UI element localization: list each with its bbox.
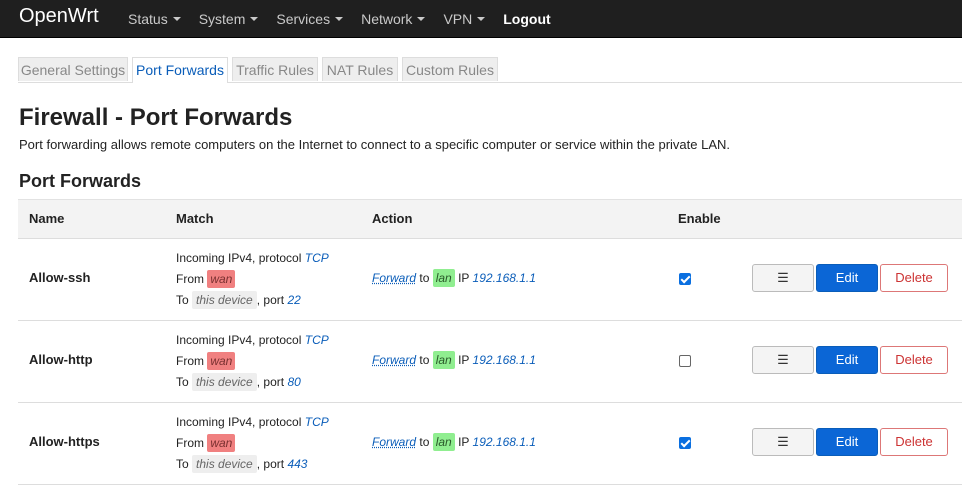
column-name: Name bbox=[29, 211, 65, 226]
rule-name: Allow-https bbox=[29, 434, 100, 449]
enable-checkbox[interactable] bbox=[679, 273, 691, 285]
enable-checkbox[interactable] bbox=[679, 437, 691, 449]
edit-button[interactable]: Edit bbox=[816, 346, 878, 374]
tab-bar: General Settings Port Forwards Traffic R… bbox=[18, 57, 962, 83]
action-ip: 192.168.1.1 bbox=[472, 271, 536, 285]
action-ip-label: IP bbox=[458, 435, 470, 449]
delete-button[interactable]: Delete bbox=[880, 428, 948, 456]
rule-action: Forward to lan IP 192.168.1.1 bbox=[372, 269, 536, 287]
match-port-label: , port bbox=[256, 375, 285, 389]
menu-vpn[interactable]: VPN bbox=[443, 10, 486, 27]
menu-system[interactable]: System bbox=[199, 11, 259, 27]
zone-badge-lan: lan bbox=[432, 351, 455, 369]
chevron-down-icon bbox=[335, 16, 344, 21]
tab-traffic-rules[interactable]: Traffic Rules bbox=[232, 57, 318, 81]
match-from-label: From bbox=[176, 436, 204, 450]
match-from-label: From bbox=[176, 272, 204, 286]
match-port-label: , port bbox=[256, 457, 285, 471]
menu-services-label: Services bbox=[276, 10, 331, 27]
rule-name: Allow-ssh bbox=[29, 270, 91, 285]
rule-match: Incoming IPv4, protocol TCP From wan To … bbox=[176, 412, 329, 475]
menu-vpn-label: VPN bbox=[443, 10, 473, 27]
menu-status[interactable]: Status bbox=[128, 11, 181, 27]
match-to-label: To bbox=[176, 375, 189, 389]
page-description: Port forwarding allows remote computers … bbox=[19, 137, 731, 152]
rule-match: Incoming IPv4, protocol TCP From wan To … bbox=[176, 330, 329, 393]
column-action: Action bbox=[372, 211, 413, 226]
match-from-label: From bbox=[176, 354, 204, 368]
match-port-label: , port bbox=[256, 293, 285, 307]
chevron-down-icon bbox=[477, 16, 486, 21]
edit-button[interactable]: Edit bbox=[816, 264, 878, 292]
zone-badge-lan: lan bbox=[432, 269, 455, 287]
brand-logo[interactable]: OpenWrt bbox=[19, 5, 99, 28]
device-badge: this device bbox=[192, 373, 257, 391]
match-protocol: TCP bbox=[304, 415, 329, 429]
tab-general-settings[interactable]: General Settings bbox=[18, 57, 128, 81]
chevron-down-icon bbox=[417, 16, 426, 21]
device-badge: this device bbox=[192, 291, 257, 309]
menu-services[interactable]: Services bbox=[276, 10, 344, 27]
zone-badge-wan: wan bbox=[207, 270, 236, 288]
tab-port-forwards[interactable]: Port Forwards bbox=[132, 57, 228, 83]
table-row: Allow-http Incoming IPv4, protocol TCP F… bbox=[18, 320, 962, 403]
main-menu: Status System Services Network VPN Logou… bbox=[128, 0, 569, 37]
zone-badge-wan: wan bbox=[207, 352, 236, 370]
match-prefix: Incoming IPv4, protocol bbox=[176, 251, 302, 265]
rule-name: Allow-http bbox=[29, 352, 93, 367]
rule-action: Forward to lan IP 192.168.1.1 bbox=[372, 433, 536, 451]
device-badge: this device bbox=[192, 455, 257, 473]
column-enable: Enable bbox=[678, 211, 721, 226]
action-forward: Forward bbox=[372, 271, 417, 285]
action-ip-label: IP bbox=[458, 271, 470, 285]
match-to-label: To bbox=[176, 293, 189, 307]
table-header: Name Match Action Enable bbox=[18, 199, 962, 239]
table-row: Allow-ssh Incoming IPv4, protocol TCP Fr… bbox=[18, 238, 962, 321]
chevron-down-icon bbox=[172, 16, 181, 21]
menu-button[interactable]: ☰ bbox=[752, 264, 814, 292]
menu-button[interactable]: ☰ bbox=[752, 346, 814, 374]
menu-system-label: System bbox=[198, 10, 246, 27]
action-forward: Forward bbox=[372, 435, 417, 449]
menu-network[interactable]: Network bbox=[361, 10, 426, 27]
zone-badge-wan: wan bbox=[207, 434, 236, 452]
tab-nat-rules[interactable]: NAT Rules bbox=[322, 57, 398, 81]
action-ip-label: IP bbox=[458, 353, 470, 367]
table-row: Allow-https Incoming IPv4, protocol TCP … bbox=[18, 402, 962, 485]
action-to: to bbox=[419, 271, 430, 285]
zone-badge-lan: lan bbox=[432, 433, 455, 451]
tab-custom-rules[interactable]: Custom Rules bbox=[402, 57, 498, 81]
logout-link[interactable]: Logout bbox=[503, 11, 550, 27]
match-prefix: Incoming IPv4, protocol bbox=[176, 415, 302, 429]
match-to-label: To bbox=[176, 457, 189, 471]
section-title: Port Forwards bbox=[19, 171, 142, 191]
menu-status-label: Status bbox=[128, 10, 168, 27]
match-port: 80 bbox=[287, 375, 301, 389]
edit-button[interactable]: Edit bbox=[816, 428, 878, 456]
match-prefix: Incoming IPv4, protocol bbox=[176, 333, 302, 347]
enable-checkbox[interactable] bbox=[679, 355, 691, 367]
match-protocol: TCP bbox=[304, 333, 329, 347]
rule-match: Incoming IPv4, protocol TCP From wan To … bbox=[176, 248, 329, 311]
match-port: 443 bbox=[287, 457, 308, 471]
action-forward: Forward bbox=[372, 353, 417, 367]
menu-button[interactable]: ☰ bbox=[752, 428, 814, 456]
match-protocol: TCP bbox=[304, 251, 329, 265]
menu-network-label: Network bbox=[361, 10, 413, 27]
action-to: to bbox=[419, 353, 430, 367]
chevron-down-icon bbox=[250, 16, 259, 21]
action-ip: 192.168.1.1 bbox=[472, 435, 536, 449]
delete-button[interactable]: Delete bbox=[880, 346, 948, 374]
column-match: Match bbox=[176, 211, 214, 226]
match-port: 22 bbox=[287, 293, 301, 307]
action-ip: 192.168.1.1 bbox=[472, 353, 536, 367]
page-title: Firewall - Port Forwards bbox=[19, 104, 293, 131]
top-navbar: OpenWrt Status System Services Network V… bbox=[0, 0, 962, 38]
action-to: to bbox=[419, 435, 430, 449]
rule-action: Forward to lan IP 192.168.1.1 bbox=[372, 351, 536, 369]
delete-button[interactable]: Delete bbox=[880, 264, 948, 292]
